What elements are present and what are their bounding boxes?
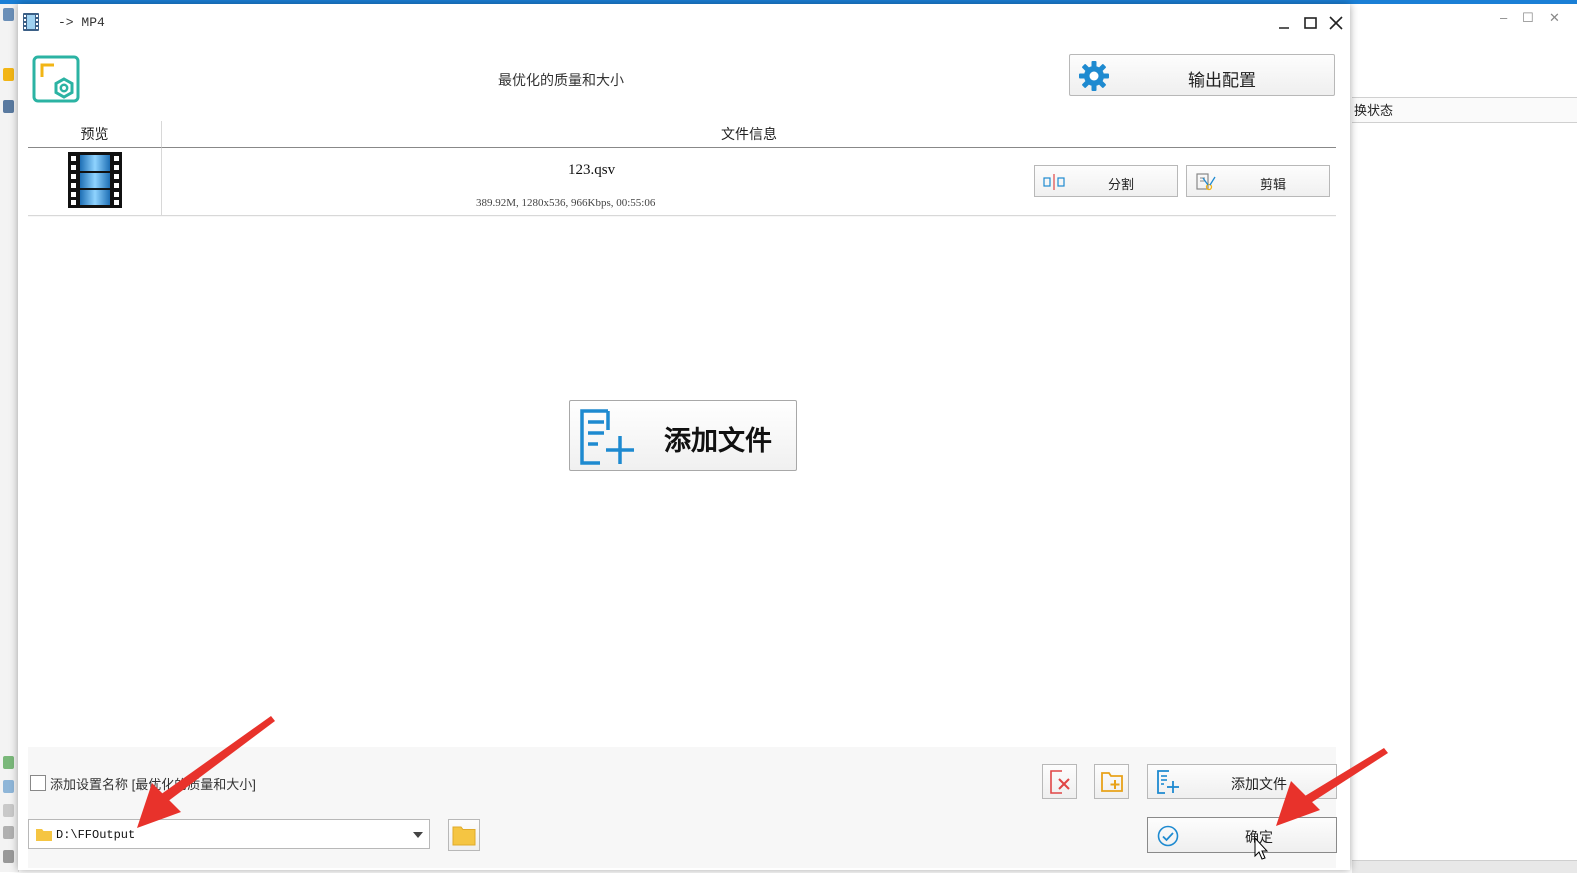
bg-app-icon [3,8,14,21]
bg-maximize-button[interactable]: ☐ [1522,10,1534,26]
clip-edit-icon [1196,173,1216,191]
background-left-strip [0,4,19,872]
file-list-area[interactable]: 添加文件 [28,217,1336,747]
output-config-button[interactable]: 输出配置 [1069,54,1335,96]
add-file-big-label: 添加文件 [664,426,772,457]
video-thumbnail-icon [68,152,122,208]
add-setting-name-checkbox[interactable] [30,775,46,791]
edit-label: 剪辑 [1259,177,1286,192]
maximize-button[interactable] [1299,12,1321,34]
add-file-icon [580,409,634,465]
dialog-content: 最优化的质量和大小 输出配置 预览 文件信息 123.qsv 389.92M, … [28,37,1337,868]
add-folder-button[interactable] [1094,764,1129,799]
check-circle-icon [1157,825,1179,847]
bg-doc-icon [3,850,14,863]
format-factory-logo [32,55,80,103]
add-folder-icon [1101,772,1123,792]
bg-folder-icon [3,68,14,81]
chevron-down-icon[interactable] [413,832,423,838]
dialog-footer: 添加设置名称 [最优化的质量和大小] 添加文件 D:\FFOutput 确定 [28,747,1337,868]
output-path-combobox[interactable]: D:\FFOutput [28,819,430,849]
remove-file-button[interactable] [1042,764,1077,799]
dialog-title: -> MP4 [58,15,105,30]
dialog-titlebar: -> MP4 [18,4,1350,37]
preset-name: 最优化的质量和大小 [498,72,624,88]
column-header-file-info[interactable]: 文件信息 [162,121,1336,148]
bg-close-button[interactable]: ✕ [1549,10,1560,26]
table-row[interactable]: 123.qsv 389.92M, 1280x536, 966Kbps, 00:5… [28,148,1336,216]
add-file-label: 添加文件 [1231,776,1287,792]
column-header-preview[interactable]: 预览 [28,121,162,148]
bg-doc-icon [3,804,14,817]
bg-doc-icon [3,826,14,839]
bg-status-bar [1352,860,1577,873]
film-icon [23,13,39,31]
folder-icon [36,829,52,841]
split-icon [1043,174,1065,190]
bg-file-icon [3,100,14,113]
add-file-icon [1157,770,1179,794]
split-button[interactable]: 分割 [1034,165,1178,197]
split-label: 分割 [1107,177,1134,192]
ok-label: 确定 [1245,829,1273,845]
file-table: 预览 文件信息 123.qsv 389.92M, 1280x536, 966Kb… [28,121,1336,216]
add-file-big-button[interactable]: 添加文件 [569,400,797,471]
conversion-dialog: -> MP4 最优化的质量和大小 输出配置 预览 文件信息 123.qsv 38… [18,4,1350,870]
remove-file-icon [1050,770,1070,794]
bg-image-icon [3,756,14,769]
add-file-button[interactable]: 添加文件 [1147,764,1337,799]
minimize-button[interactable] [1273,12,1295,34]
output-path-value: D:\FFOutput [56,828,136,842]
file-meta: 389.92M, 1280x536, 966Kbps, 00:55:06 [476,197,656,209]
bg-doc-icon [3,780,14,793]
add-setting-name-label[interactable]: 添加设置名称 [最优化的质量和大小] [50,774,256,793]
close-button[interactable] [1325,12,1347,34]
bg-status-column-label: 换状态 [1354,103,1394,118]
ok-button[interactable]: 确定 [1147,817,1337,853]
column-separator [161,148,162,215]
file-name: 123.qsv [568,162,616,178]
output-config-label: 输出配置 [1188,71,1256,90]
folder-icon [452,826,476,846]
dialog-header: 最优化的质量和大小 输出配置 [28,37,1336,121]
edit-button[interactable]: 剪辑 [1186,165,1330,197]
bg-table-header: 换状态 [1352,97,1577,123]
browse-folder-button[interactable] [448,819,480,851]
bg-minimize-button[interactable]: – [1500,10,1507,25]
